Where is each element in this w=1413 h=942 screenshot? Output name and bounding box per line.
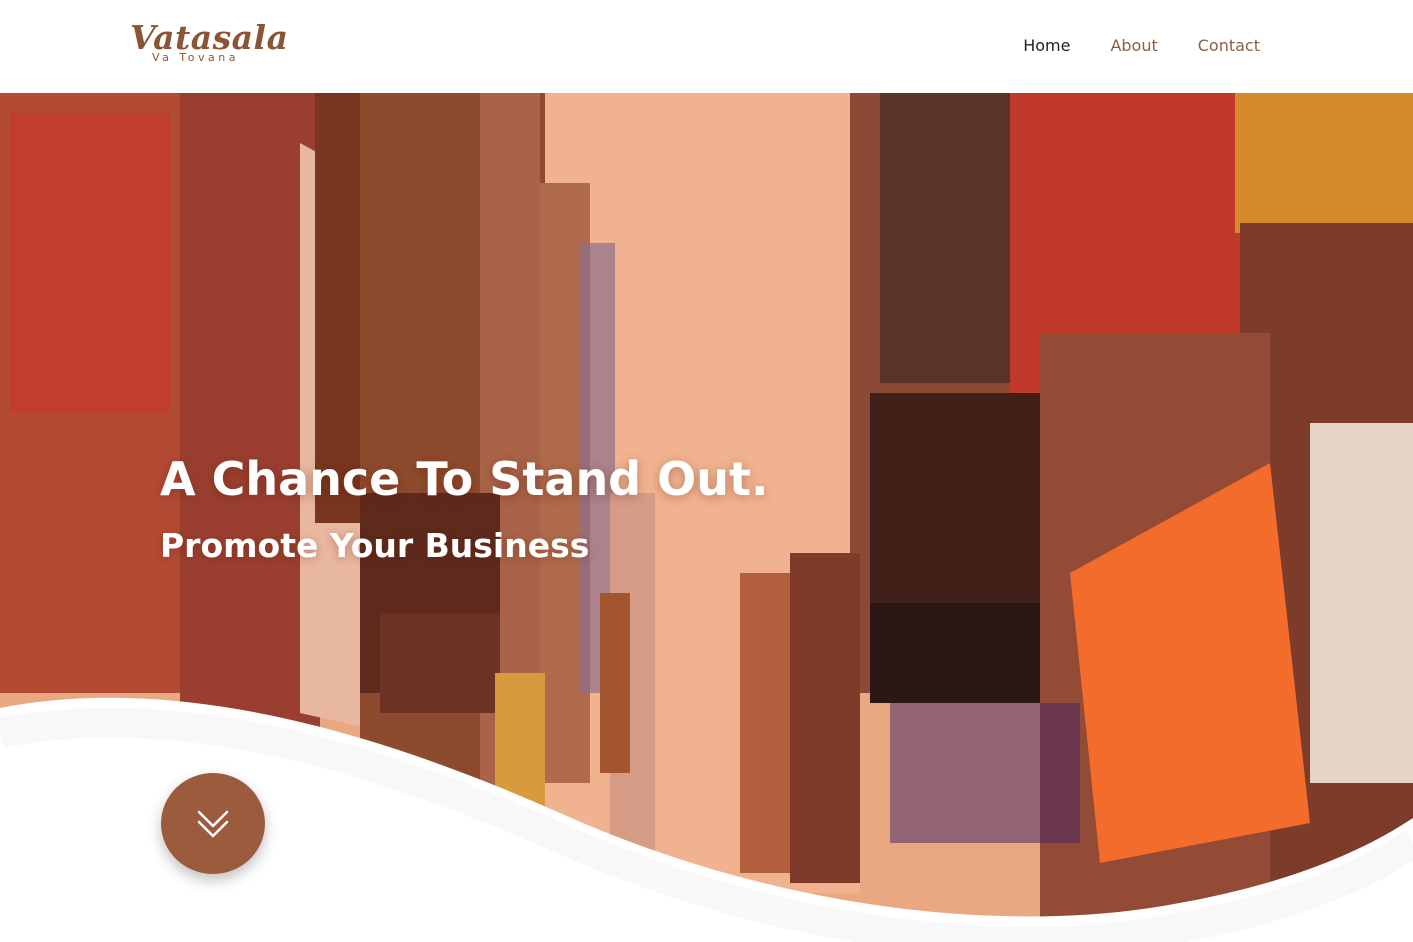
scroll-down-button[interactable]	[161, 773, 265, 874]
double-chevron-down-icon	[197, 810, 229, 837]
site-header: Vatasala Va Tovana Home About Contact	[0, 0, 1413, 93]
hero-title: A Chance To Stand Out.	[160, 452, 769, 506]
logo[interactable]: Vatasala Va Tovana	[130, 18, 288, 68]
nav-about-link[interactable]: About	[1110, 36, 1157, 56]
nav-contact-link[interactable]: Contact	[1198, 36, 1260, 56]
logo-tagline: Va Tovana	[152, 51, 239, 64]
main-nav: Home About Contact	[1023, 36, 1260, 56]
nav-home-link[interactable]: Home	[1023, 36, 1070, 56]
hero-subtitle: Promote Your Business	[160, 526, 590, 565]
